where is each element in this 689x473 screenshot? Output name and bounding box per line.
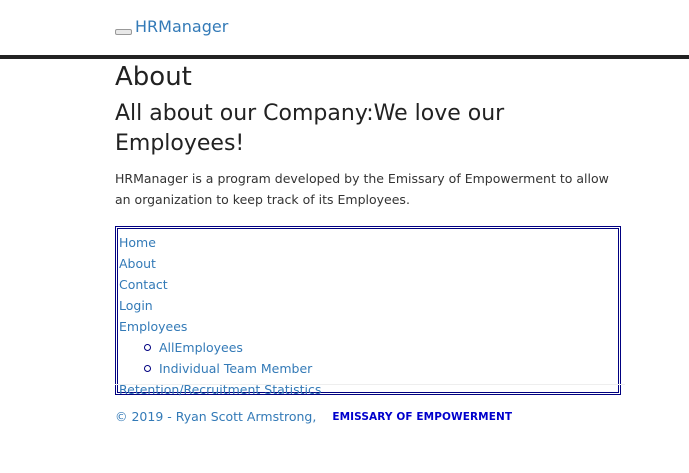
- page-title: About: [115, 62, 192, 92]
- nav-item-about: About: [119, 253, 618, 274]
- footer-company: EMISSARY OF EMPOWERMENT: [332, 411, 513, 423]
- navbar-toggle-button[interactable]: [115, 28, 132, 35]
- site-nav: Home About Contact Login Employees AllEm…: [115, 226, 621, 397]
- footer-divider: [115, 384, 625, 385]
- nav-link-individual-team-member[interactable]: Individual Team Member: [159, 361, 312, 376]
- page-subtitle: All about our Company:We love our Employ…: [115, 101, 505, 156]
- nav-item-all-employees: AllEmployees: [144, 337, 618, 358]
- brand-wrap: HRManager: [115, 17, 228, 37]
- footer: © 2019 - Ryan Scott Armstrong, EMISSARY …: [115, 407, 512, 427]
- description: HRManager is a program developed by the …: [115, 171, 609, 207]
- nav-link-contact[interactable]: Contact: [119, 277, 168, 292]
- nav-item-login: Login: [119, 295, 618, 316]
- nav-item-home: Home: [119, 232, 618, 253]
- nav-link-home[interactable]: Home: [119, 235, 156, 250]
- nav-item-employees: Employees AllEmployees Individual Team M…: [119, 316, 618, 379]
- nav-link-all-employees[interactable]: AllEmployees: [159, 340, 243, 355]
- circle-bullet-icon: [144, 365, 151, 372]
- nav-list: Home About Contact Login Employees AllEm…: [119, 232, 618, 400]
- nav-link-employees[interactable]: Employees: [119, 319, 187, 334]
- nav-link-about[interactable]: About: [119, 256, 156, 271]
- navbar: HRManager: [0, 0, 689, 59]
- nav-item-individual-team-member: Individual Team Member: [144, 358, 618, 379]
- employees-submenu: AllEmployees Individual Team Member: [119, 337, 618, 379]
- nav-link-login[interactable]: Login: [119, 298, 153, 313]
- nav-item-contact: Contact: [119, 274, 618, 295]
- nav-item-statistics: Retention/Recruitment Statistics: [119, 379, 618, 400]
- main-content: About All about our Company:We love our …: [115, 59, 625, 397]
- circle-bullet-icon: [144, 344, 151, 351]
- brand-link[interactable]: HRManager: [135, 17, 228, 37]
- footer-copyright: © 2019 - Ryan Scott Armstrong,: [115, 409, 317, 424]
